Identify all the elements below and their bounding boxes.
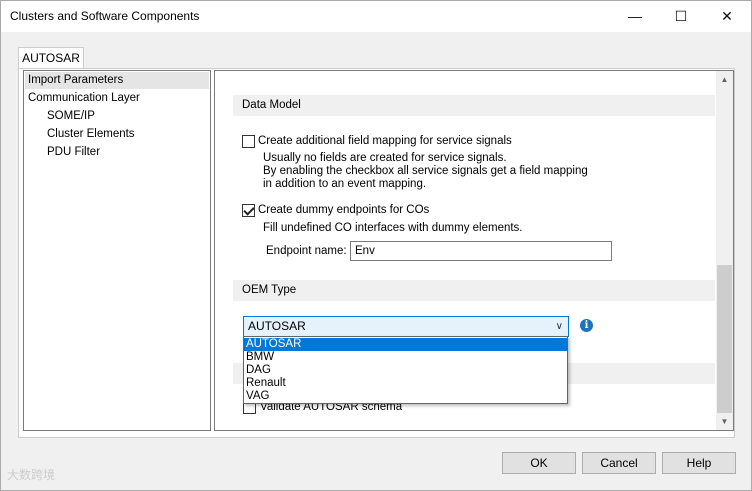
oem-type-header: OEM Type: [233, 280, 715, 301]
dropdown-option-vag[interactable]: VAG: [244, 390, 567, 403]
navigation-tree: Import Parameters Communication Layer SO…: [23, 70, 211, 431]
field-mapping-checkbox[interactable]: [242, 135, 255, 148]
dropdown-option-dag[interactable]: DAG: [244, 364, 567, 377]
tree-item-some-ip[interactable]: SOME/IP: [47, 108, 95, 125]
dialog-window: Clusters and Software Components — ☐ ✕ A…: [0, 0, 752, 491]
dummy-endpoints-desc: Fill undefined CO interfaces with dummy …: [263, 222, 523, 234]
window-title: Clusters and Software Components: [10, 9, 200, 23]
minimize-icon[interactable]: —: [612, 1, 658, 32]
field-mapping-desc-3: in addition to an event mapping.: [263, 178, 427, 190]
endpoint-name-label: Endpoint name:: [266, 245, 347, 257]
endpoint-name-input[interactable]: Env: [350, 241, 612, 261]
ok-button[interactable]: OK: [502, 452, 576, 474]
tab-autosar[interactable]: AUTOSAR: [18, 47, 84, 69]
info-icon[interactable]: i: [580, 319, 593, 332]
data-model-header: Data Model: [233, 95, 715, 116]
dropdown-option-bmw[interactable]: BMW: [244, 351, 567, 364]
field-mapping-desc-2: By enabling the checkbox all service sig…: [263, 165, 588, 177]
help-button[interactable]: Help: [662, 452, 736, 474]
maximize-icon[interactable]: ☐: [658, 1, 704, 32]
oem-type-dropdown-list: AUTOSAR BMW DAG Renault VAG: [243, 336, 568, 404]
field-mapping-desc-1: Usually no fields are created for servic…: [263, 152, 507, 164]
oem-type-selected-value: AUTOSAR: [248, 319, 306, 333]
tree-item-cluster-elements[interactable]: Cluster Elements: [47, 126, 135, 143]
field-mapping-label[interactable]: Create additional field mapping for serv…: [258, 135, 512, 148]
tree-item-import-parameters[interactable]: Import Parameters: [25, 72, 209, 89]
scroll-up-icon[interactable]: ▲: [716, 71, 733, 88]
title-bar: Clusters and Software Components — ☐ ✕: [1, 1, 751, 32]
oem-type-select[interactable]: AUTOSAR ∨: [243, 316, 569, 337]
cancel-button[interactable]: Cancel: [582, 452, 656, 474]
dummy-endpoints-checkbox[interactable]: [242, 204, 255, 217]
dropdown-option-renault[interactable]: Renault: [244, 377, 567, 390]
close-icon[interactable]: ✕: [704, 1, 750, 32]
scroll-thumb[interactable]: [717, 265, 732, 413]
tree-item-pdu-filter[interactable]: PDU Filter: [47, 144, 100, 161]
chevron-down-icon: ∨: [555, 321, 563, 332]
watermark: 大数跨境: [7, 468, 56, 482]
dummy-endpoints-label[interactable]: Create dummy endpoints for COs: [258, 204, 429, 217]
tree-item-communication-layer[interactable]: Communication Layer: [28, 90, 140, 107]
scroll-down-icon[interactable]: ▼: [716, 413, 733, 430]
dropdown-option-autosar[interactable]: AUTOSAR: [244, 338, 567, 351]
vertical-scrollbar[interactable]: ▲ ▼: [716, 71, 733, 430]
